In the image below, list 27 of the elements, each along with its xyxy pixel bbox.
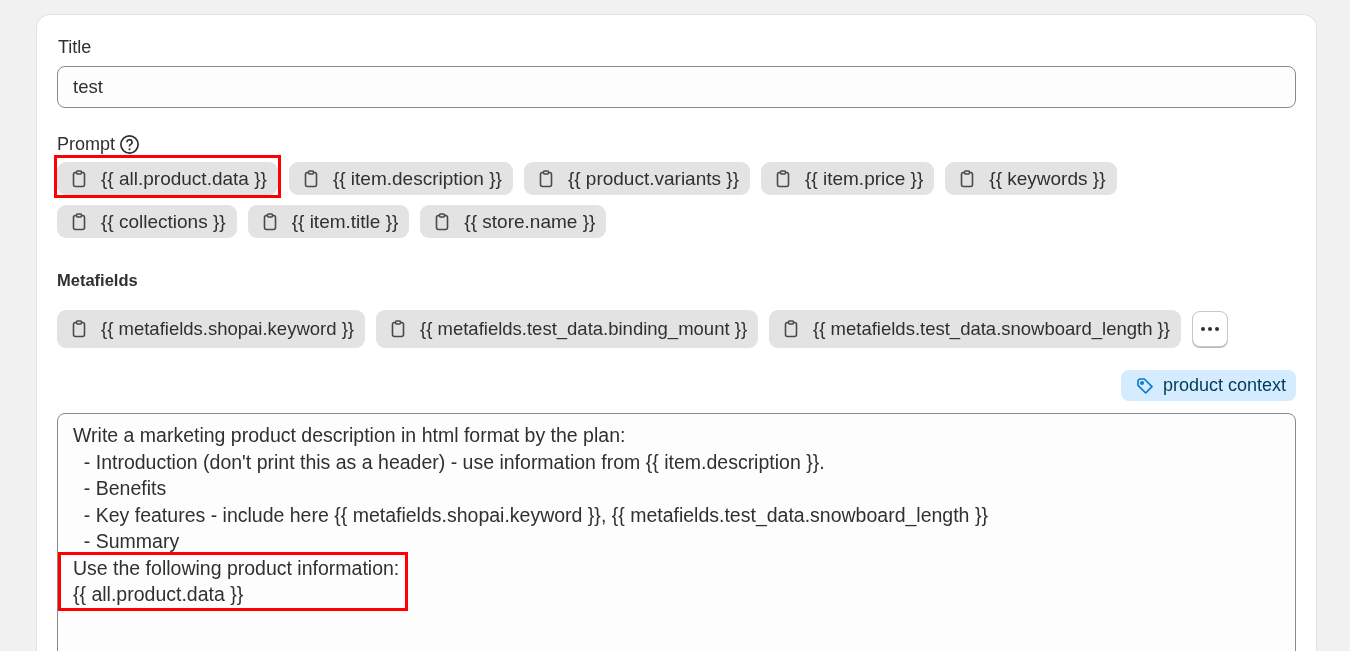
variable-chip[interactable]: {{ item.price }} — [761, 162, 935, 195]
metafield-chip[interactable]: {{ metafields.test_data.binding_mount }} — [376, 310, 759, 348]
variable-chip[interactable]: {{ all.product.data }} — [57, 162, 278, 195]
more-button[interactable] — [1192, 311, 1228, 347]
prompt-line: Use the following product information: — [73, 555, 400, 581]
context-tag[interactable]: product context — [1120, 370, 1296, 401]
more-icon — [1200, 326, 1220, 332]
prompt-line: {{ all.product.data }} — [73, 582, 244, 607]
prompt-line: Write a marketing product description in html format by the plan: — [72, 423, 626, 448]
variable-chip[interactable]: {{ keywords }} — [945, 162, 1117, 195]
prompt-line: - Introduction (don't print this as a header) - use information from {{ item.description }}. — [82, 449, 825, 475]
prompt-line: - Benefits — [82, 476, 167, 501]
metafield-chip[interactable]: {{ metafields.shopai.keyword }} — [57, 310, 365, 348]
field-label: Title — [58, 37, 92, 58]
prompt-line: - Summary — [82, 529, 180, 554]
variable-chip[interactable]: {{ item.description }} — [288, 162, 513, 195]
prompt-line: - Key features - include here {{ metafields.shopai.keyword }}, {{ metafields.test_data.snowboard_length }} — [82, 502, 988, 528]
variable-chip[interactable]: {{ item.title }} — [247, 205, 410, 238]
variable-chip[interactable]: {{ collections }} — [57, 205, 237, 238]
variable-chip[interactable]: {{ store.name }} — [420, 205, 607, 238]
tag-icon — [1134, 375, 1155, 396]
help-icon[interactable] — [119, 134, 141, 155]
metafield-chip[interactable]: {{ metafields.test_data.snowboard_length }} — [769, 310, 1181, 348]
title-input-field[interactable]: test — [57, 66, 1296, 108]
variable-chip[interactable]: {{ product.variants }} — [523, 162, 750, 195]
field-label: Prompt — [57, 134, 116, 155]
section-heading: Metafields — [57, 271, 139, 290]
